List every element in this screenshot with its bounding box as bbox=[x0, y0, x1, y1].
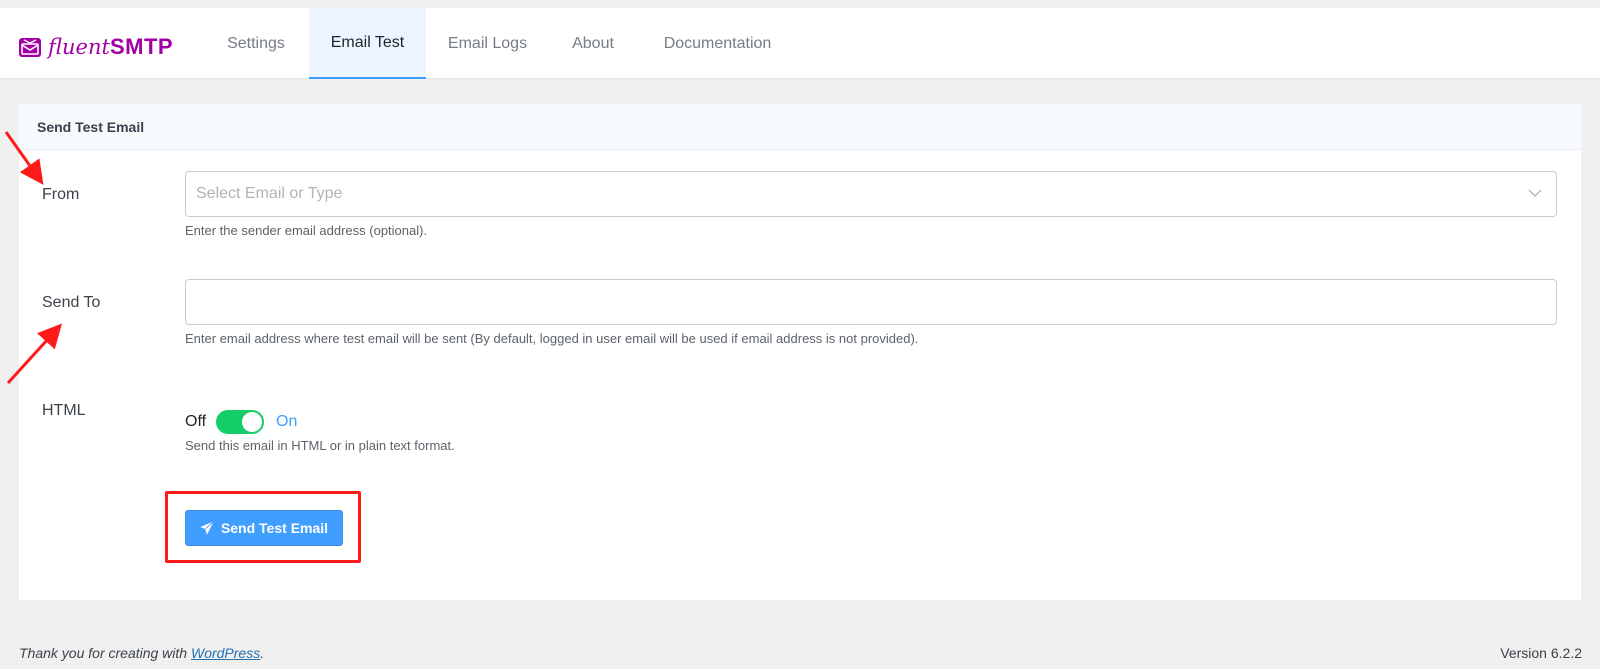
annotation-arrows bbox=[4, 131, 63, 385]
footer-thanks-suffix: . bbox=[260, 645, 265, 661]
version-text: Version 6.2.2 bbox=[1500, 645, 1582, 661]
wordpress-link[interactable]: WordPress bbox=[191, 645, 260, 661]
footer-thanks: Thank you for creating with WordPress. bbox=[19, 645, 264, 661]
arrow-to-from bbox=[4, 131, 44, 185]
footer-thanks-prefix: Thank you for creating with bbox=[19, 645, 191, 661]
arrow-to-send-to bbox=[6, 323, 63, 385]
